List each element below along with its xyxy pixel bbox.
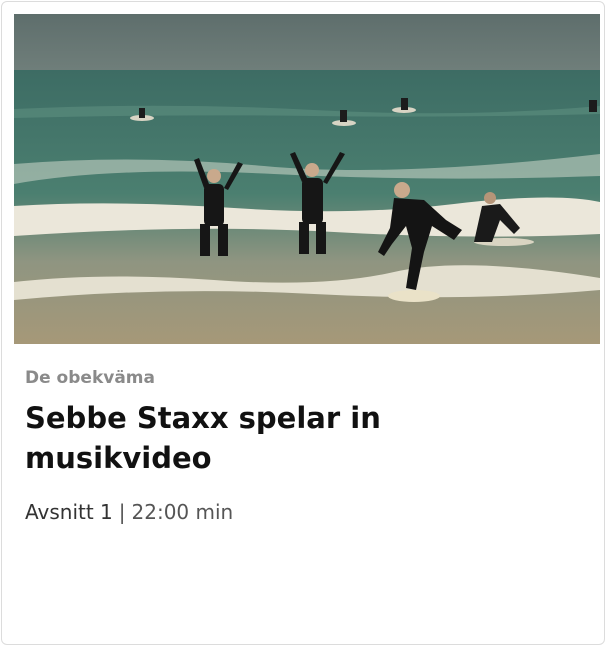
meta-separator: | [118,500,126,524]
episode-duration: 22:00 min [131,500,234,524]
episode-number: Avsnitt 1 [25,500,113,524]
episode-thumbnail[interactable] [14,14,600,344]
episode-meta: Avsnitt 1 | 22:00 min [25,500,233,524]
series-name: De obekväma [25,368,155,388]
episode-card[interactable]: De obekväma Sebbe Staxx spelar in musikv… [1,1,605,645]
episode-title[interactable]: Sebbe Staxx spelar in musikvideo [25,398,565,478]
sky-area [14,14,600,70]
